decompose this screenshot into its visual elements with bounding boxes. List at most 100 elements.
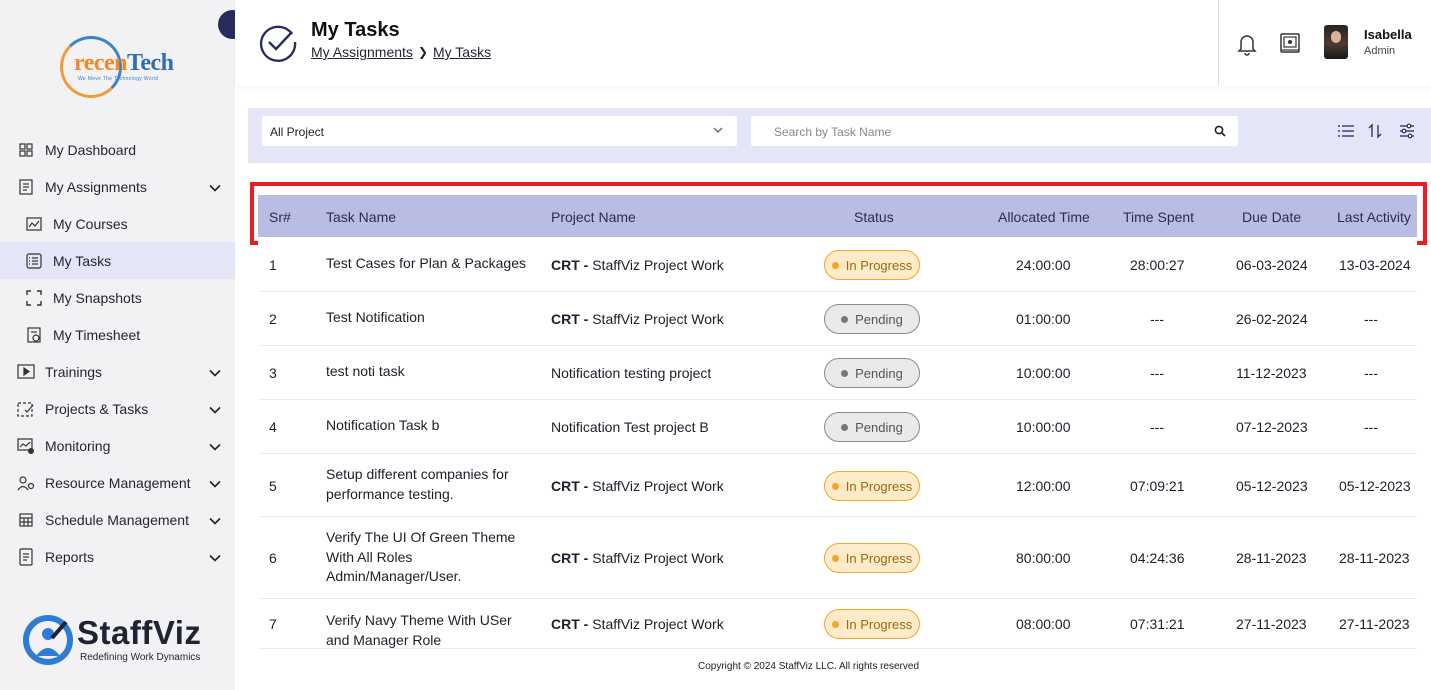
status-badge: In Progress [824, 609, 920, 639]
sidebar-item-my-tasks[interactable]: My Tasks [0, 242, 235, 279]
sidebar-item-label: My Snapshots [53, 289, 142, 306]
cell-due-date: 28-11-2023 [1236, 550, 1307, 566]
cell-time-spent: --- [1150, 311, 1164, 327]
cell-task-name[interactable]: Test Cases for Plan & Packages [326, 254, 536, 274]
sidebar-item-my-assignments[interactable]: My Assignments [0, 168, 235, 205]
status-label: In Progress [845, 550, 913, 566]
cell-task-name[interactable]: Verify Navy Theme With USer and Manager … [326, 611, 536, 648]
staffviz-logo: StaffViz Redefining Work Dynamics [22, 612, 222, 668]
breadcrumb-my-assignments[interactable]: My Assignments [311, 44, 413, 60]
sidebar-item-resource-management[interactable]: Resource Management [0, 464, 235, 501]
cell-sr: 7 [269, 616, 277, 632]
chevron-down-icon[interactable] [209, 549, 221, 565]
breadcrumb-my-tasks[interactable]: My Tasks [433, 44, 491, 60]
status-dot-icon [831, 554, 839, 562]
resource-icon [16, 473, 36, 493]
search-icon[interactable] [1214, 125, 1226, 137]
sidebar-item-projects-tasks[interactable]: Projects & Tasks [0, 390, 235, 427]
user-name[interactable]: Isabella [1364, 27, 1412, 42]
chevron-down-icon[interactable] [209, 438, 221, 454]
sidebar-item-monitoring[interactable]: Monitoring [0, 427, 235, 464]
page-title: My Tasks [311, 19, 400, 41]
breadcrumb: My Assignments ❯ My Tasks [311, 44, 491, 60]
logo-tagline: We Move The Technology World [78, 76, 159, 82]
cell-task-name[interactable]: test noti task [326, 362, 536, 382]
handbook-icon[interactable] [1279, 32, 1301, 54]
status-badge: Pending [824, 412, 920, 442]
sort-icon[interactable] [1368, 123, 1382, 139]
breadcrumb-separator-icon: ❯ [417, 45, 428, 59]
sidebar-item-reports[interactable]: Reports [0, 538, 235, 575]
chevron-down-icon [713, 127, 723, 133]
cell-task-name[interactable]: Setup different companies for performanc… [326, 465, 536, 504]
table-row[interactable]: 2 Test Notification CRT - StaffViz Project… [258, 292, 1417, 346]
cell-project-name: Notification Test project B [551, 419, 709, 435]
table-row[interactable]: 6 Verify The UI Of Green Theme With All R… [258, 517, 1417, 599]
table-row[interactable]: 7 Verify Navy Theme With USer and Manager… [258, 599, 1417, 649]
cell-task-name[interactable]: Verify The UI Of Green Theme With All Ro… [326, 528, 536, 587]
cell-allocated-time: 80:00:00 [1016, 550, 1071, 566]
cell-allocated-time: 08:00:00 [1016, 616, 1071, 632]
status-label: Pending [855, 365, 903, 381]
cell-sr: 4 [269, 419, 277, 435]
project-select[interactable]: All Project [262, 116, 737, 146]
avatar[interactable] [1324, 25, 1348, 59]
sidebar-item-my-dashboard[interactable]: My Dashboard [0, 131, 235, 168]
cell-project-name: CRT - StaffViz Project Work [551, 478, 724, 494]
sidebar-item-my-timesheet[interactable]: My Timesheet [0, 316, 235, 353]
project-title: StaffViz Project Work [592, 616, 724, 632]
sidebar-item-trainings[interactable]: Trainings [0, 353, 235, 390]
cell-last-activity: 27-11-2023 [1339, 616, 1410, 632]
table-row[interactable]: 1 Test Cases for Plan & Packages CRT - Sta… [258, 238, 1417, 292]
filter-settings-icon[interactable] [1399, 123, 1415, 139]
cell-last-activity: --- [1364, 311, 1378, 327]
table-row[interactable]: 3 test noti task Notification testing proj… [258, 346, 1417, 400]
cell-due-date: 07-12-2023 [1236, 419, 1308, 435]
status-dot-icon [831, 261, 839, 269]
table-header-highlight [250, 182, 1427, 245]
company-logo[interactable]: recenTech We Move The Technology World [60, 36, 178, 98]
chevron-down-icon[interactable] [209, 475, 221, 491]
monitoring-icon [16, 436, 36, 456]
cell-project-name: Notification testing project [551, 365, 711, 381]
cell-project-name: CRT - StaffViz Project Work [551, 257, 724, 273]
sidebar-item-label: Resource Management [45, 474, 191, 491]
project-code: CRT - [551, 478, 589, 494]
status-badge: Pending [824, 304, 920, 334]
chevron-down-icon[interactable] [209, 512, 221, 528]
cell-last-activity: 13-03-2024 [1339, 257, 1411, 273]
cell-allocated-time: 10:00:00 [1016, 419, 1071, 435]
sidebar-item-schedule-management[interactable]: Schedule Management [0, 501, 235, 538]
project-title: Notification testing project [551, 365, 712, 381]
chevron-down-icon[interactable] [209, 364, 221, 380]
staffviz-name: StaffViz [77, 614, 202, 651]
cell-allocated-time: 10:00:00 [1016, 365, 1071, 381]
cell-sr: 3 [269, 365, 277, 381]
table-row[interactable]: 4 Notification Task b Notification Test pr… [258, 400, 1417, 454]
bell-icon[interactable] [1236, 32, 1258, 56]
user-role: Admin [1364, 45, 1396, 57]
status-label: In Progress [845, 616, 913, 632]
project-code: CRT - [551, 257, 589, 273]
project-title: StaffViz Project Work [592, 311, 724, 327]
chevron-down-icon[interactable] [209, 401, 221, 417]
status-label: In Progress [845, 257, 913, 273]
status-badge: Pending [824, 358, 920, 388]
sidebar-item-my-courses[interactable]: My Courses [0, 205, 235, 242]
dashboard-icon [16, 140, 36, 160]
search-input[interactable]: Search by Task Name [751, 116, 1238, 146]
sidebar-item-label: Reports [45, 548, 95, 565]
cell-task-name[interactable]: Test Notification [326, 308, 536, 328]
sidebar-item-my-snapshots[interactable]: My Snapshots [0, 279, 235, 316]
cell-task-name[interactable]: Notification Task b [326, 416, 536, 436]
status-badge: In Progress [824, 471, 920, 501]
project-title: StaffViz Project Work [592, 478, 724, 494]
status-dot-icon [841, 423, 849, 431]
cell-time-spent: --- [1150, 419, 1164, 435]
chevron-down-icon[interactable] [209, 179, 221, 195]
table-row[interactable]: 5 Setup different companies for performan… [258, 454, 1417, 517]
list-view-icon[interactable] [1337, 123, 1355, 139]
sidebar-item-label: Projects & Tasks [45, 400, 149, 417]
cell-time-spent: 07:09:21 [1130, 478, 1185, 494]
cell-time-spent: 28:00:27 [1130, 257, 1185, 273]
